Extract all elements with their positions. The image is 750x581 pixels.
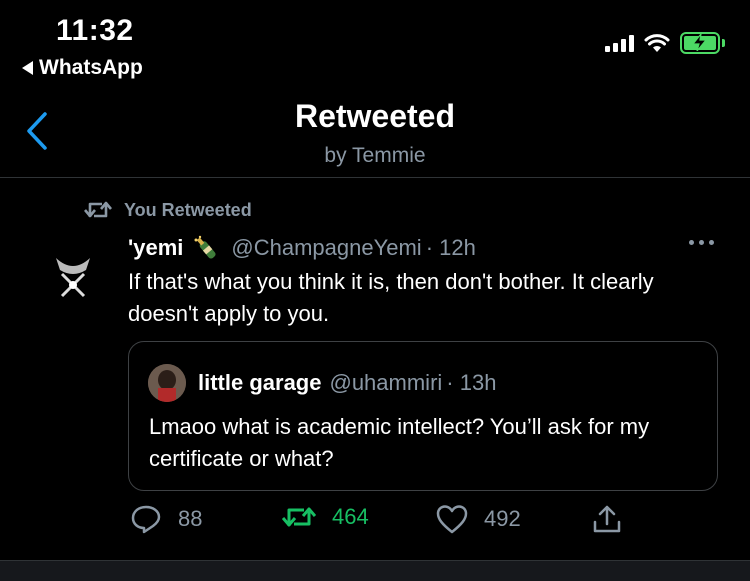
retweet-count: 464 (332, 504, 369, 529)
reply-count: 88 (178, 506, 203, 531)
status-icons (605, 32, 725, 54)
tweet-header: 'yemi @ChampagneYemi · 12h (128, 235, 476, 261)
quoted-display-name: little garage (198, 370, 322, 395)
champagne-icon (194, 235, 216, 259)
quoted-time: · 13h (446, 370, 497, 395)
like-icon (436, 505, 468, 534)
retweet-context: You Retweeted (84, 199, 252, 221)
retweet-icon (282, 507, 316, 527)
tweet-time: · 12h (425, 235, 476, 260)
retweet-context-label: You Retweeted (124, 199, 252, 220)
battery-charging-icon (680, 32, 725, 54)
wifi-icon (644, 33, 670, 52)
page-subtitle: by Temmie (324, 144, 426, 167)
quoted-avatar (148, 364, 186, 402)
back-to-app-button[interactable]: WhatsApp (22, 56, 143, 80)
retweet-icon (84, 201, 112, 218)
tweet-text: If that's what you think it is, then don… (128, 269, 654, 326)
back-triangle-icon (22, 61, 33, 75)
quoted-handle: @uhammiri (329, 370, 443, 395)
status-time: 11:32 (56, 14, 134, 47)
share-button[interactable] (592, 504, 622, 534)
tweet-display-name[interactable]: 'yemi (128, 235, 183, 261)
more-icon[interactable] (689, 240, 714, 245)
page-title: Retweeted (294, 98, 456, 134)
reply-button[interactable]: 88 (130, 504, 202, 534)
signal-icon (605, 34, 634, 52)
reply-icon (131, 505, 161, 534)
header-divider (0, 177, 750, 178)
share-icon (593, 505, 621, 533)
reply-bar[interactable] (0, 560, 750, 581)
quoted-tweet-header: little garage @uhammiri · 13h (198, 370, 496, 396)
tweet-handle[interactable]: @ChampagneYemi (231, 235, 421, 261)
back-app-label: WhatsApp (39, 56, 143, 79)
like-button[interactable]: 492 (436, 504, 521, 534)
tweet-actions: 88 464 492 (130, 504, 730, 538)
avatar[interactable] (42, 244, 104, 306)
quoted-tweet-text: Lmaoo what is academic intellect? You’ll… (149, 414, 650, 471)
like-count: 492 (484, 506, 521, 531)
retweet-button[interactable]: 464 (282, 504, 369, 530)
